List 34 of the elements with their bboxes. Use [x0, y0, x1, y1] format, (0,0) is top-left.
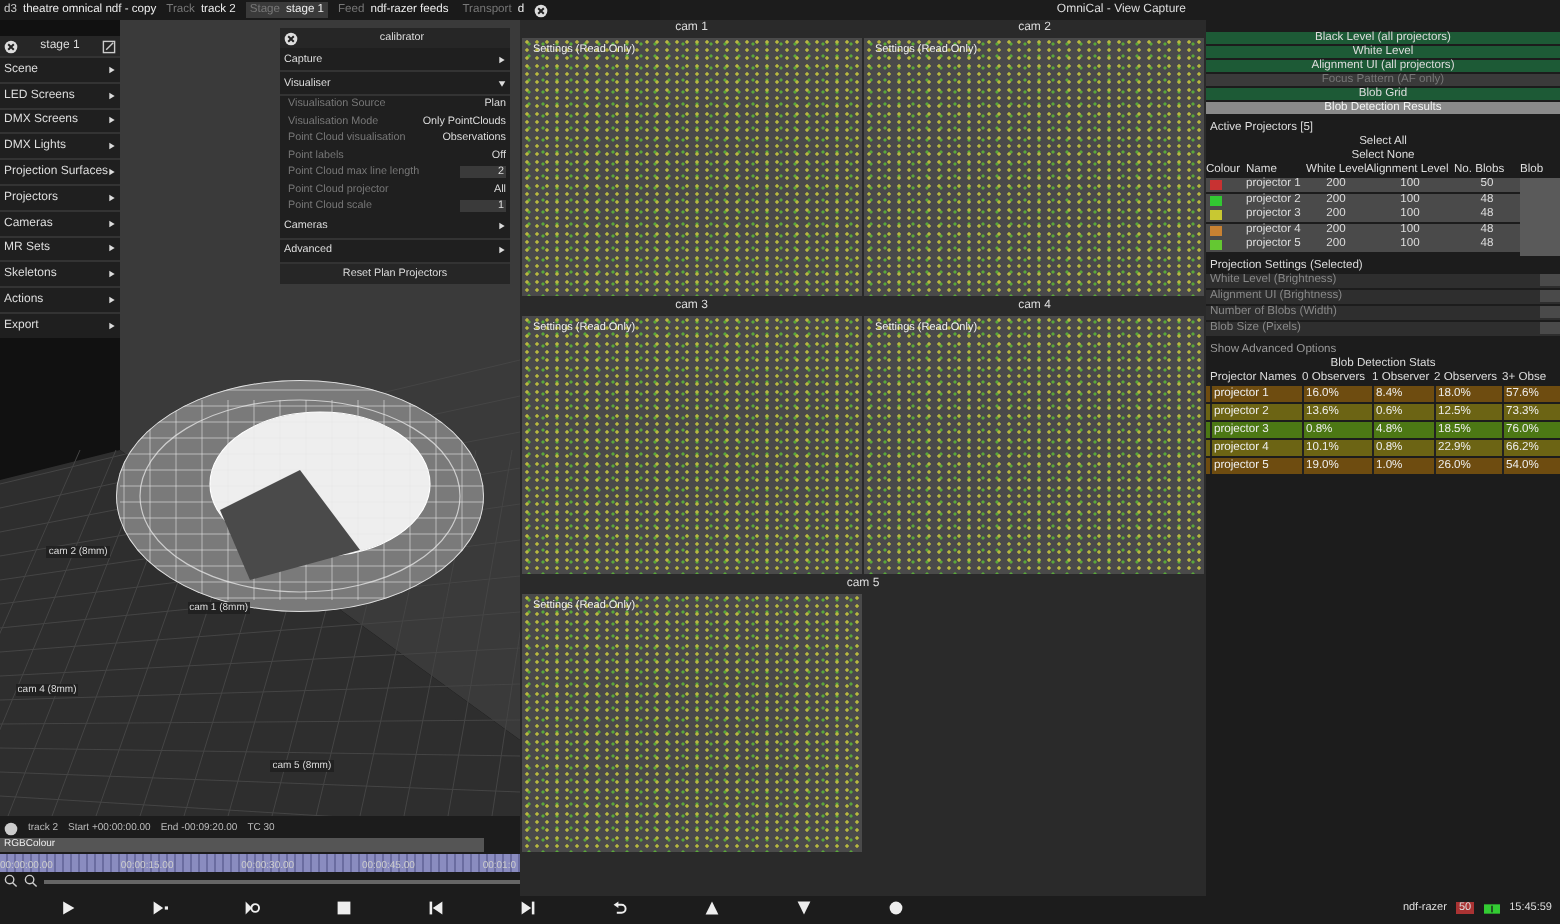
- loop-icon[interactable]: [244, 900, 260, 916]
- edit-icon[interactable]: [102, 39, 116, 53]
- undo-icon[interactable]: [612, 900, 628, 916]
- submenu-arrow-icon: [108, 244, 116, 253]
- table-cell: [1520, 238, 1560, 256]
- expand-arrow-icon: [498, 222, 506, 230]
- battery-icon: [1483, 903, 1500, 913]
- collapse-arrow-icon: [498, 79, 506, 87]
- close-icon[interactable]: [534, 3, 549, 17]
- up-triangle-icon[interactable]: [704, 900, 720, 916]
- submenu-arrow-icon: [108, 321, 116, 330]
- expand-arrow-icon: [498, 55, 506, 63]
- close-icon[interactable]: [4, 39, 18, 53]
- down-triangle-icon[interactable]: [796, 900, 812, 916]
- submenu-arrow-icon: [108, 219, 116, 228]
- zoom-in-icon[interactable]: [24, 874, 38, 888]
- close-icon[interactable]: [284, 31, 298, 45]
- submenu-arrow-icon: [108, 91, 116, 100]
- submenu-arrow-icon: [108, 193, 116, 202]
- submenu-arrow-icon: [108, 168, 117, 177]
- skip-back-icon[interactable]: [428, 900, 444, 916]
- submenu-arrow-icon: [108, 270, 116, 279]
- submenu-arrow-icon: [108, 65, 116, 74]
- record-icon[interactable]: [888, 900, 904, 916]
- submenu-arrow-icon: [108, 116, 116, 125]
- stop-icon[interactable]: [336, 900, 352, 916]
- expand-arrow-icon: [498, 246, 506, 254]
- play-to-next-icon[interactable]: [152, 900, 168, 916]
- submenu-arrow-icon: [108, 296, 116, 305]
- submenu-arrow-icon: [108, 142, 116, 151]
- zoom-out-icon[interactable]: [4, 874, 18, 888]
- play-icon[interactable]: [60, 900, 76, 916]
- timeline-scrollbar[interactable]: [44, 879, 520, 883]
- skip-forward-icon[interactable]: [520, 900, 536, 916]
